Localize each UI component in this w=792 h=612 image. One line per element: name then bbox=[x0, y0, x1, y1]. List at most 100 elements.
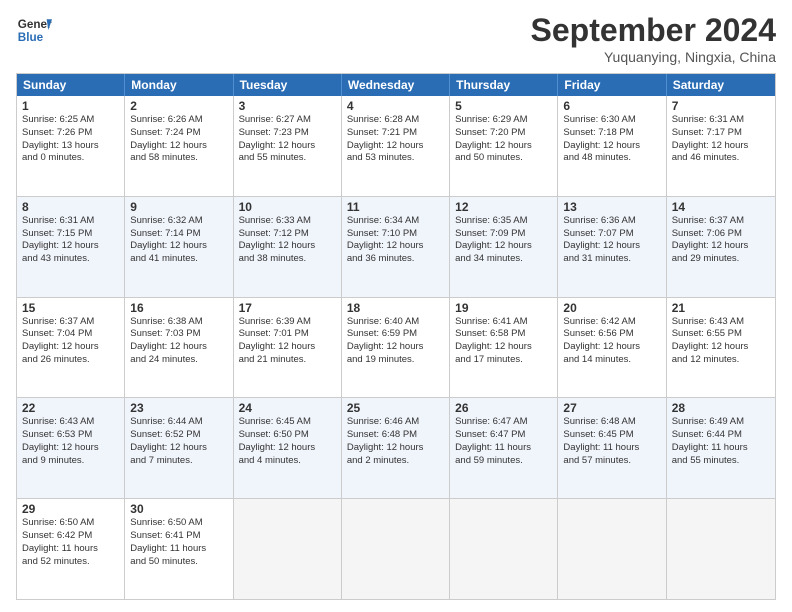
minutes-line: and 50 minutes. bbox=[130, 556, 227, 569]
sunset-line: Sunset: 6:47 PM bbox=[455, 429, 552, 442]
calendar-row-3: 22Sunrise: 6:43 AMSunset: 6:53 PMDayligh… bbox=[17, 397, 775, 498]
daylight-line: Daylight: 12 hours bbox=[672, 140, 770, 153]
daylight-line: Daylight: 12 hours bbox=[239, 240, 336, 253]
daylight-line: Daylight: 11 hours bbox=[563, 442, 660, 455]
sunset-line: Sunset: 7:14 PM bbox=[130, 228, 227, 241]
minutes-line: and 57 minutes. bbox=[563, 455, 660, 468]
daylight-line: Daylight: 12 hours bbox=[130, 240, 227, 253]
sunrise-line: Sunrise: 6:28 AM bbox=[347, 114, 444, 127]
daylight-line: Daylight: 13 hours bbox=[22, 140, 119, 153]
daylight-line: Daylight: 12 hours bbox=[563, 240, 660, 253]
sunrise-line: Sunrise: 6:25 AM bbox=[22, 114, 119, 127]
sunset-line: Sunset: 6:45 PM bbox=[563, 429, 660, 442]
day-number: 7 bbox=[672, 99, 770, 113]
minutes-line: and 24 minutes. bbox=[130, 354, 227, 367]
minutes-line: and 34 minutes. bbox=[455, 253, 552, 266]
sunset-line: Sunset: 6:48 PM bbox=[347, 429, 444, 442]
sunrise-line: Sunrise: 6:50 AM bbox=[22, 517, 119, 530]
header: General Blue September 2024 Yuquanying, … bbox=[16, 12, 776, 65]
empty-cell bbox=[342, 499, 450, 599]
day-cell-28: 28Sunrise: 6:49 AMSunset: 6:44 PMDayligh… bbox=[667, 398, 775, 498]
subtitle: Yuquanying, Ningxia, China bbox=[531, 49, 776, 65]
minutes-line: and 26 minutes. bbox=[22, 354, 119, 367]
day-number: 11 bbox=[347, 200, 444, 214]
day-cell-1: 1Sunrise: 6:25 AMSunset: 7:26 PMDaylight… bbox=[17, 96, 125, 196]
sunrise-line: Sunrise: 6:41 AM bbox=[455, 316, 552, 329]
logo-icon: General Blue bbox=[16, 12, 52, 48]
sunset-line: Sunset: 7:21 PM bbox=[347, 127, 444, 140]
daylight-line: Daylight: 12 hours bbox=[130, 140, 227, 153]
minutes-line: and 31 minutes. bbox=[563, 253, 660, 266]
day-number: 4 bbox=[347, 99, 444, 113]
daylight-line: Daylight: 12 hours bbox=[239, 442, 336, 455]
day-cell-7: 7Sunrise: 6:31 AMSunset: 7:17 PMDaylight… bbox=[667, 96, 775, 196]
day-number: 8 bbox=[22, 200, 119, 214]
sunrise-line: Sunrise: 6:43 AM bbox=[22, 416, 119, 429]
sunrise-line: Sunrise: 6:37 AM bbox=[22, 316, 119, 329]
sunrise-line: Sunrise: 6:49 AM bbox=[672, 416, 770, 429]
day-cell-8: 8Sunrise: 6:31 AMSunset: 7:15 PMDaylight… bbox=[17, 197, 125, 297]
daylight-line: Daylight: 12 hours bbox=[563, 341, 660, 354]
calendar-header: SundayMondayTuesdayWednesdayThursdayFrid… bbox=[17, 74, 775, 96]
calendar-row-0: 1Sunrise: 6:25 AMSunset: 7:26 PMDaylight… bbox=[17, 96, 775, 196]
day-number: 17 bbox=[239, 301, 336, 315]
daylight-line: Daylight: 12 hours bbox=[455, 140, 552, 153]
daylight-line: Daylight: 12 hours bbox=[672, 240, 770, 253]
sunset-line: Sunset: 6:58 PM bbox=[455, 328, 552, 341]
header-day-tuesday: Tuesday bbox=[234, 74, 342, 96]
sunset-line: Sunset: 6:42 PM bbox=[22, 530, 119, 543]
minutes-line: and 48 minutes. bbox=[563, 152, 660, 165]
logo: General Blue bbox=[16, 12, 52, 48]
sunset-line: Sunset: 7:12 PM bbox=[239, 228, 336, 241]
calendar-row-1: 8Sunrise: 6:31 AMSunset: 7:15 PM Daylight… bbox=[17, 196, 775, 297]
sunset-line: Sunset: 7:15 PM bbox=[22, 228, 119, 241]
daylight-line: Daylight: 12 hours bbox=[455, 240, 552, 253]
sunrise-line: Sunrise: 6:45 AM bbox=[239, 416, 336, 429]
sunrise-line: Sunrise: 6:26 AM bbox=[130, 114, 227, 127]
day-number: 28 bbox=[672, 401, 770, 415]
empty-cell bbox=[450, 499, 558, 599]
daylight-line: Daylight: 12 hours bbox=[130, 341, 227, 354]
day-cell-12: 12Sunrise: 6:35 AMSunset: 7:09 PMDayligh… bbox=[450, 197, 558, 297]
day-number: 13 bbox=[563, 200, 660, 214]
day-number: 18 bbox=[347, 301, 444, 315]
daylight-line: Daylight: 11 hours bbox=[22, 543, 119, 556]
day-number: 16 bbox=[130, 301, 227, 315]
sunset-line: Sunset: 6:56 PM bbox=[563, 328, 660, 341]
sunrise-line: Sunrise: 6:42 AM bbox=[563, 316, 660, 329]
daylight-line: Daylight: 12 hours bbox=[347, 140, 444, 153]
minutes-line: and 4 minutes. bbox=[239, 455, 336, 468]
day-number: 5 bbox=[455, 99, 552, 113]
sunrise-line: Sunrise: 6:47 AM bbox=[455, 416, 552, 429]
day-cell-20: 20Sunrise: 6:42 AMSunset: 6:56 PMDayligh… bbox=[558, 298, 666, 398]
sunrise-line: Sunrise: 6:40 AM bbox=[347, 316, 444, 329]
minutes-line: and 9 minutes. bbox=[22, 455, 119, 468]
sunset-line: Sunset: 7:23 PM bbox=[239, 127, 336, 140]
sunrise-line: Sunrise: 6:31 AM bbox=[22, 215, 119, 228]
title-area: September 2024 Yuquanying, Ningxia, Chin… bbox=[531, 12, 776, 65]
minutes-line: and 36 minutes. bbox=[347, 253, 444, 266]
day-number: 9 bbox=[130, 200, 227, 214]
day-cell-22: 22Sunrise: 6:43 AMSunset: 6:53 PMDayligh… bbox=[17, 398, 125, 498]
sunset-line: Sunset: 7:26 PM bbox=[22, 127, 119, 140]
minutes-line: and 58 minutes. bbox=[130, 152, 227, 165]
sunset-line: Sunset: 6:53 PM bbox=[22, 429, 119, 442]
page: General Blue September 2024 Yuquanying, … bbox=[0, 0, 792, 612]
sunrise-line: Sunrise: 6:50 AM bbox=[130, 517, 227, 530]
daylight-line: Daylight: 12 hours bbox=[455, 341, 552, 354]
minutes-line: and 21 minutes. bbox=[239, 354, 336, 367]
daylight-line: Daylight: 12 hours bbox=[347, 442, 444, 455]
day-cell-27: 27Sunrise: 6:48 AMSunset: 6:45 PMDayligh… bbox=[558, 398, 666, 498]
sunrise-line: Sunrise: 6:46 AM bbox=[347, 416, 444, 429]
calendar-body: 1Sunrise: 6:25 AMSunset: 7:26 PMDaylight… bbox=[17, 96, 775, 599]
day-number: 26 bbox=[455, 401, 552, 415]
day-cell-2: 2Sunrise: 6:26 AMSunset: 7:24 PMDaylight… bbox=[125, 96, 233, 196]
day-cell-15: 15Sunrise: 6:37 AMSunset: 7:04 PMDayligh… bbox=[17, 298, 125, 398]
minutes-line: and 2 minutes. bbox=[347, 455, 444, 468]
day-number: 21 bbox=[672, 301, 770, 315]
sunset-line: Sunset: 7:09 PM bbox=[455, 228, 552, 241]
minutes-line: and 59 minutes. bbox=[455, 455, 552, 468]
header-day-wednesday: Wednesday bbox=[342, 74, 450, 96]
sunset-line: Sunset: 7:20 PM bbox=[455, 127, 552, 140]
minutes-line: and 55 minutes. bbox=[239, 152, 336, 165]
